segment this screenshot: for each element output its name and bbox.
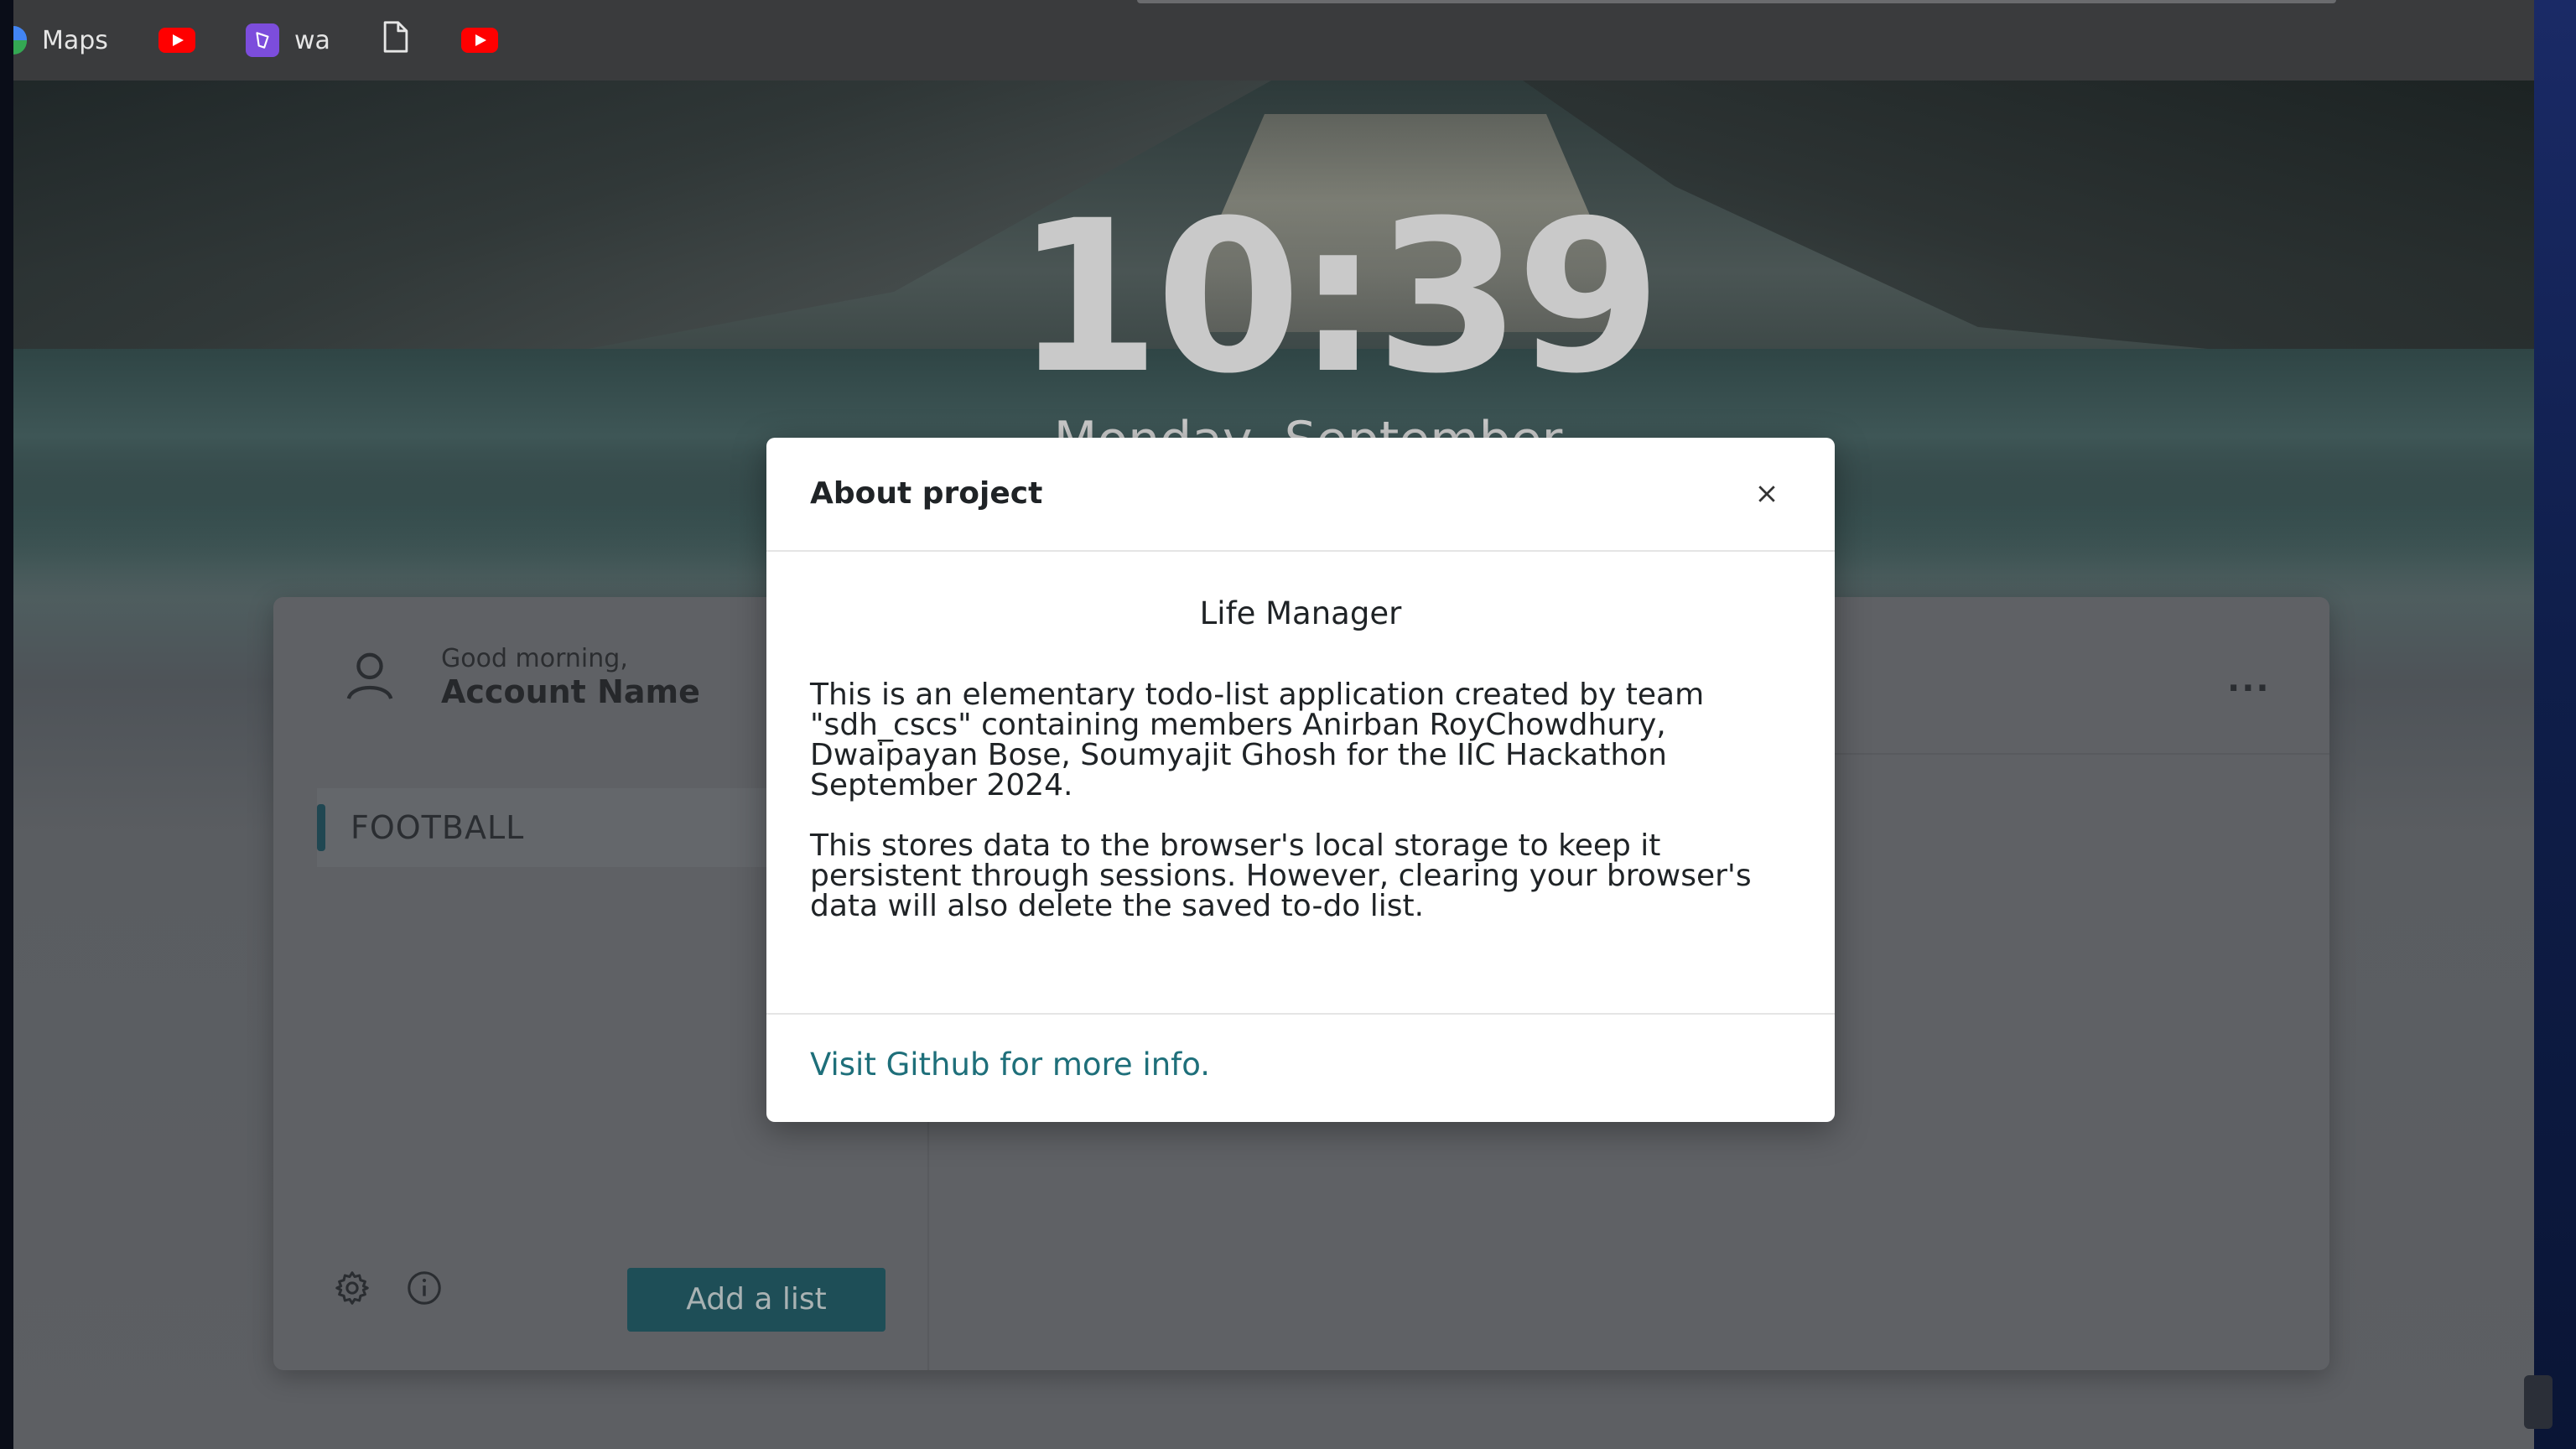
- youtube-icon: [460, 28, 498, 53]
- google-maps-icon: [13, 26, 27, 55]
- gear-icon[interactable]: [332, 1268, 372, 1308]
- bookmark-youtube-1[interactable]: [158, 28, 195, 53]
- storage-paragraph: This stores data to the browser's local …: [810, 828, 1752, 923]
- bookmark-document[interactable]: [381, 20, 411, 60]
- screen-edge: [0, 0, 13, 1449]
- bookmark-wa[interactable]: wa: [245, 23, 330, 57]
- bookmark-maps[interactable]: Maps: [13, 26, 108, 55]
- bookmarks-bar: Maps wa: [13, 0, 2534, 80]
- list-label: FOOTBALL: [351, 809, 525, 846]
- modal-body: Life Manager This is an elementary todo-…: [810, 595, 1791, 952]
- about-paragraph: This is an elementary todo-list applicat…: [810, 678, 1705, 802]
- screen-edge-right: [2534, 0, 2576, 1449]
- account-name: Account Name: [441, 673, 700, 710]
- user-icon: [344, 650, 396, 705]
- about-modal: About project Life Manager This is an el…: [766, 438, 1835, 1122]
- youtube-icon: [158, 28, 195, 53]
- close-icon[interactable]: [1754, 481, 1784, 512]
- info-icon[interactable]: [404, 1268, 444, 1308]
- bookmark-youtube-2[interactable]: [460, 28, 498, 53]
- github-link[interactable]: Visit Github for more info.: [810, 1046, 1210, 1083]
- add-list-button[interactable]: Add a list: [627, 1268, 886, 1332]
- document-icon: [381, 20, 411, 60]
- account-text: Good morning, Account Name: [441, 644, 700, 710]
- scroll-handle[interactable]: [2524, 1375, 2553, 1429]
- modal-title: About project: [810, 476, 1043, 511]
- bookmark-label: wa: [293, 25, 330, 55]
- modal-header: About project: [766, 438, 1835, 552]
- app-name: Life Manager: [1199, 595, 1402, 631]
- more-options-icon[interactable]: ···: [2227, 669, 2271, 708]
- wa-app-icon: [245, 23, 279, 57]
- greeting: Good morning,: [441, 644, 628, 673]
- modal-footer: Visit Github for more info.: [766, 1013, 1835, 1122]
- clock-time: 10:39: [1015, 175, 1662, 419]
- sidebar-footer: [332, 1268, 476, 1308]
- bookmark-label: Maps: [42, 25, 108, 55]
- active-indicator: [317, 804, 325, 851]
- account-section[interactable]: Good morning, Account Name: [344, 644, 700, 710]
- address-bar-edge: [1137, 0, 2336, 3]
